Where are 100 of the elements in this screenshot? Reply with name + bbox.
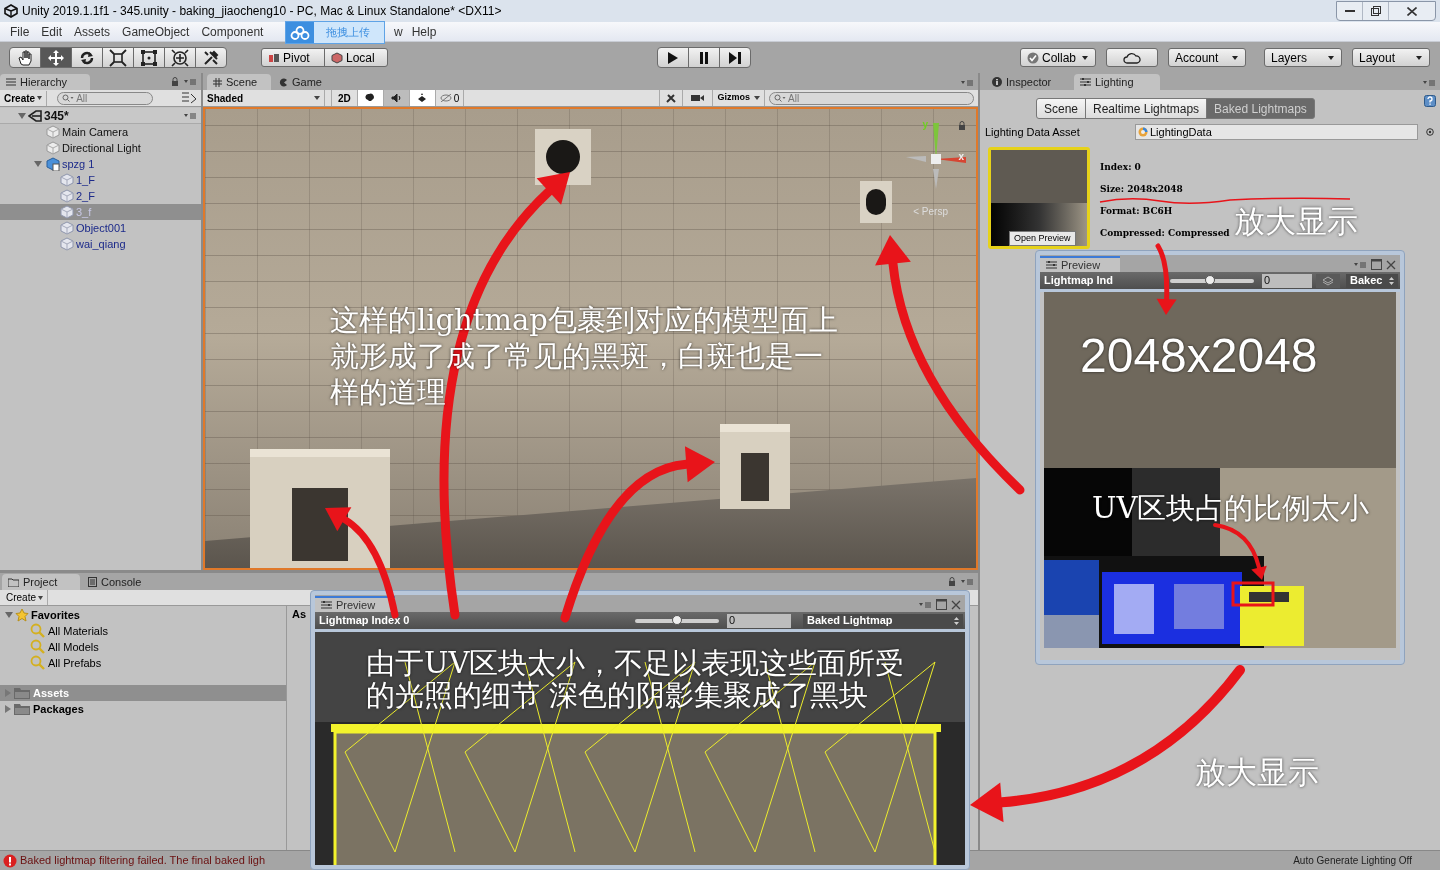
hidden-objects-toggle[interactable]: 0 [435,90,465,106]
wall-vent-render [535,129,591,185]
layers-button[interactable] [1316,273,1340,288]
panel-menu-icon[interactable] [183,111,197,120]
menu-item[interactable]: Component [195,22,270,41]
lighting-toggle[interactable] [357,90,384,106]
play-button[interactable] [657,47,689,68]
gizmos-dropdown[interactable]: Gizmos [713,90,765,106]
tool-button[interactable] [9,47,41,68]
view-tab[interactable]: Scene [207,74,271,90]
hierarchy-item[interactable]: Object001 [0,220,201,236]
step-icon [727,49,743,66]
index-slider[interactable] [635,618,719,623]
hierarchy-item[interactable]: Main Camera [0,124,201,140]
object-picker-icon[interactable] [1426,128,1434,136]
layout-dropdown[interactable]: Layout [1352,48,1430,67]
mode-tab[interactable]: Baked Lightmaps [1206,98,1315,119]
create-button[interactable]: Create [4,90,48,106]
layers-dropdown[interactable]: Layers [1264,48,1342,67]
close-icon[interactable] [1386,259,1396,270]
panel-menu-icon[interactable] [1422,79,1436,87]
search-icon [30,623,46,639]
mode-tab[interactable]: Scene [1036,98,1087,119]
collab-button[interactable]: Collab [1020,48,1096,67]
search-icon [62,94,75,102]
audio-toggle[interactable] [383,90,410,106]
effects-icon [417,93,428,103]
list-icon [6,78,16,86]
lock-icon[interactable] [171,77,179,87]
mode-2d-button[interactable]: 2D [331,90,358,106]
panel-menu-icon[interactable] [1353,260,1367,269]
scene-visibility-button[interactable] [181,92,197,104]
panel-tab[interactable]: Lighting [1074,74,1160,90]
index-slider[interactable] [1170,278,1254,283]
panel-menu-icon[interactable] [183,78,197,86]
menu-item[interactable]: File [4,22,36,41]
hierarchy-item[interactable]: spzg 1 [0,156,201,172]
hierarchy-item[interactable]: Directional Light [0,140,201,156]
favorites-search-item[interactable]: All Models [0,639,286,655]
favorites-search-item[interactable]: All Materials [0,623,286,639]
slider-thumb[interactable] [672,614,682,625]
view-tab[interactable]: Game [273,74,337,90]
cube-icon [60,173,74,187]
tool-button[interactable] [71,47,103,68]
slider-thumb[interactable] [1205,274,1216,285]
expand-arrow-icon[interactable] [5,611,13,619]
mode-tab[interactable]: Realtime Lightmaps [1085,98,1208,119]
minimize-icon [1344,10,1355,12]
tool-button[interactable] [164,47,196,68]
index-value-field[interactable]: 0 [727,613,791,628]
favorites-search-item[interactable]: All Prefabs [0,655,286,671]
lock-icon[interactable] [948,577,956,587]
tools-button[interactable] [659,90,684,106]
preview-tab[interactable]: Preview [1040,256,1120,272]
lightmap-mode-dropdown[interactable]: Bakec [1346,273,1398,288]
hierarchy-item[interactable]: 1_F [0,172,201,188]
panel-menu-icon[interactable] [918,600,932,609]
menu-item[interactable]: w [391,22,406,41]
favorites-item[interactable]: Favorites [0,607,286,623]
local-button[interactable]: Local [324,48,388,67]
lightmap-info-text: Size: 2048x2048 [1100,183,1184,196]
step-button[interactable] [719,47,751,68]
maximize-icon[interactable] [1371,259,1382,270]
folder-item[interactable]: Packages [0,701,286,717]
menu-item[interactable]: Help [405,22,443,41]
tool-button[interactable] [133,47,165,68]
hierarchy-item[interactable]: wai_qiang [0,236,201,252]
panel-tab[interactable]: Inspector [986,74,1072,90]
account-button[interactable]: Account [1168,48,1246,67]
expand-arrow-icon[interactable] [34,160,42,168]
menu-item[interactable]: GameObject [116,22,196,41]
expand-arrow-icon[interactable] [18,111,26,120]
hierarchy-tab[interactable]: Hierarchy [0,74,90,90]
shading-dropdown[interactable]: Shaded [203,90,325,106]
lightmap-mode-dropdown[interactable]: Baked Lightmap [803,613,963,628]
tool-button[interactable] [102,47,134,68]
menu-item[interactable]: Edit [35,22,69,41]
effects-toggle[interactable] [409,90,436,106]
tool-button[interactable] [195,47,227,68]
view-label: < Persp [913,205,948,219]
help-icon[interactable] [1424,95,1436,107]
tool-button[interactable] [40,47,72,68]
panel-tab[interactable]: Console [82,574,160,590]
panel-menu-icon[interactable] [960,578,974,586]
cloud-button[interactable] [1106,48,1158,67]
panel-tab[interactable]: Project [2,574,80,590]
panel-menu-icon[interactable] [960,79,974,87]
object-field[interactable]: LightingData [1135,124,1418,140]
pause-button[interactable] [688,47,720,68]
highlight-box [1231,581,1275,607]
pivot-button[interactable]: Pivot [261,48,325,67]
hierarchy-item[interactable]: 2_F [0,188,201,204]
menu-item[interactable]: Assets [68,22,117,41]
close-icon[interactable] [951,599,961,610]
window-title: Unity 2019.1.1f1 - 345.unity - baking_jiaocheng10 - PC, Mac & Linux Standalone* <DX11> [22,3,502,20]
lock-icon[interactable] [958,121,966,131]
index-value-field[interactable]: 0 [1262,273,1312,288]
maximize-icon[interactable] [936,599,947,610]
preview-tab[interactable]: Preview [315,596,395,612]
create-button[interactable]: Create [6,590,48,605]
